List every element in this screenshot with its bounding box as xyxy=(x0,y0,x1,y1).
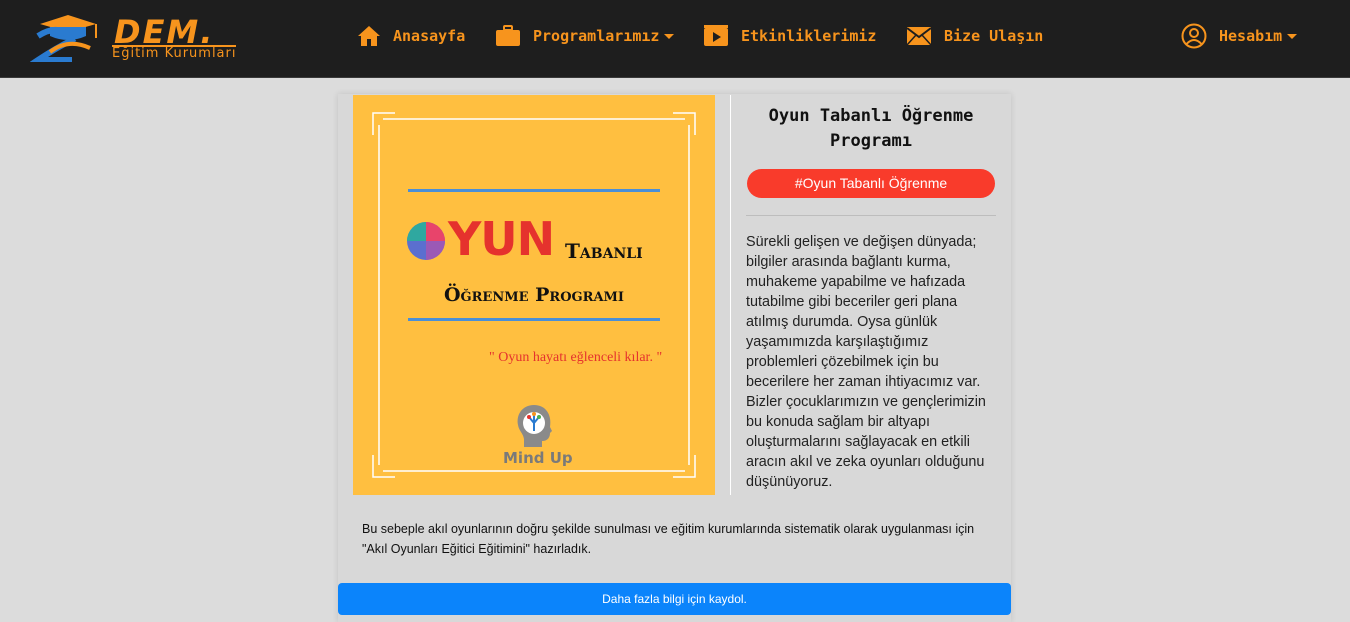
chevron-down-icon xyxy=(1287,33,1298,39)
puzzle-o-icon xyxy=(407,222,445,260)
register-button[interactable]: Daha fazla bilgi için kaydol. xyxy=(338,583,1011,615)
program-title: Oyun Tabanlı Öğrenme Programı xyxy=(768,106,974,151)
nav-events-label: Etkinliklerimiz xyxy=(741,27,877,45)
horizontal-divider xyxy=(746,215,996,216)
nav-account-dropdown[interactable]: Hesabım xyxy=(1181,20,1298,52)
nav-programs-label: Programlarımız xyxy=(533,27,660,45)
poster-logo-text: Mind Up xyxy=(503,449,573,467)
nav-home-label: Anasayfa xyxy=(393,27,466,45)
program-extra-text: Bu sebeple akıl oyunlarının doğru şekild… xyxy=(362,522,975,556)
poster-motto: " Oyun hayatı eğlenceli kılar. " xyxy=(489,350,663,365)
poster-word-big: YUN xyxy=(448,212,555,266)
briefcase-icon xyxy=(496,25,520,46)
program-tag-badge[interactable]: #Oyun Tabanlı Öğrenme xyxy=(747,169,995,198)
program-poster-image: YUN Tabanlı Öğrenme Programı " Oyun haya… xyxy=(353,95,715,495)
envelope-icon xyxy=(906,27,932,46)
vertical-divider xyxy=(730,95,731,495)
nav-events[interactable]: Etkinliklerimiz xyxy=(703,20,876,52)
poster-line2: Öğrenme Programı xyxy=(443,284,625,306)
nav-account-label: Hesabım xyxy=(1219,27,1283,45)
program-description: Sürekli gelişen ve değişen dünyada; bilg… xyxy=(746,234,986,490)
top-navbar: DEM. Eğitim Kurumları Anasayfa Programla… xyxy=(0,0,1350,78)
chevron-down-icon xyxy=(664,33,675,39)
poster-word-small: Tabanlı xyxy=(565,239,643,263)
nav-contact[interactable]: Bize Ulaşın xyxy=(906,20,1043,52)
nav-home[interactable]: Anasayfa xyxy=(357,20,465,52)
video-icon xyxy=(704,25,728,46)
home-icon xyxy=(358,26,380,46)
nav-contact-label: Bize Ulaşın xyxy=(944,27,1044,45)
user-circle-icon xyxy=(1181,23,1207,49)
mind-up-head-icon xyxy=(517,405,552,447)
brand-logo[interactable]: DEM. Eğitim Kurumları xyxy=(30,10,280,62)
nav-programs-dropdown[interactable]: Programlarımız xyxy=(495,20,675,52)
brand-subtitle: Eğitim Kurumları xyxy=(112,45,237,61)
graduation-cap-logo-icon xyxy=(30,15,97,62)
